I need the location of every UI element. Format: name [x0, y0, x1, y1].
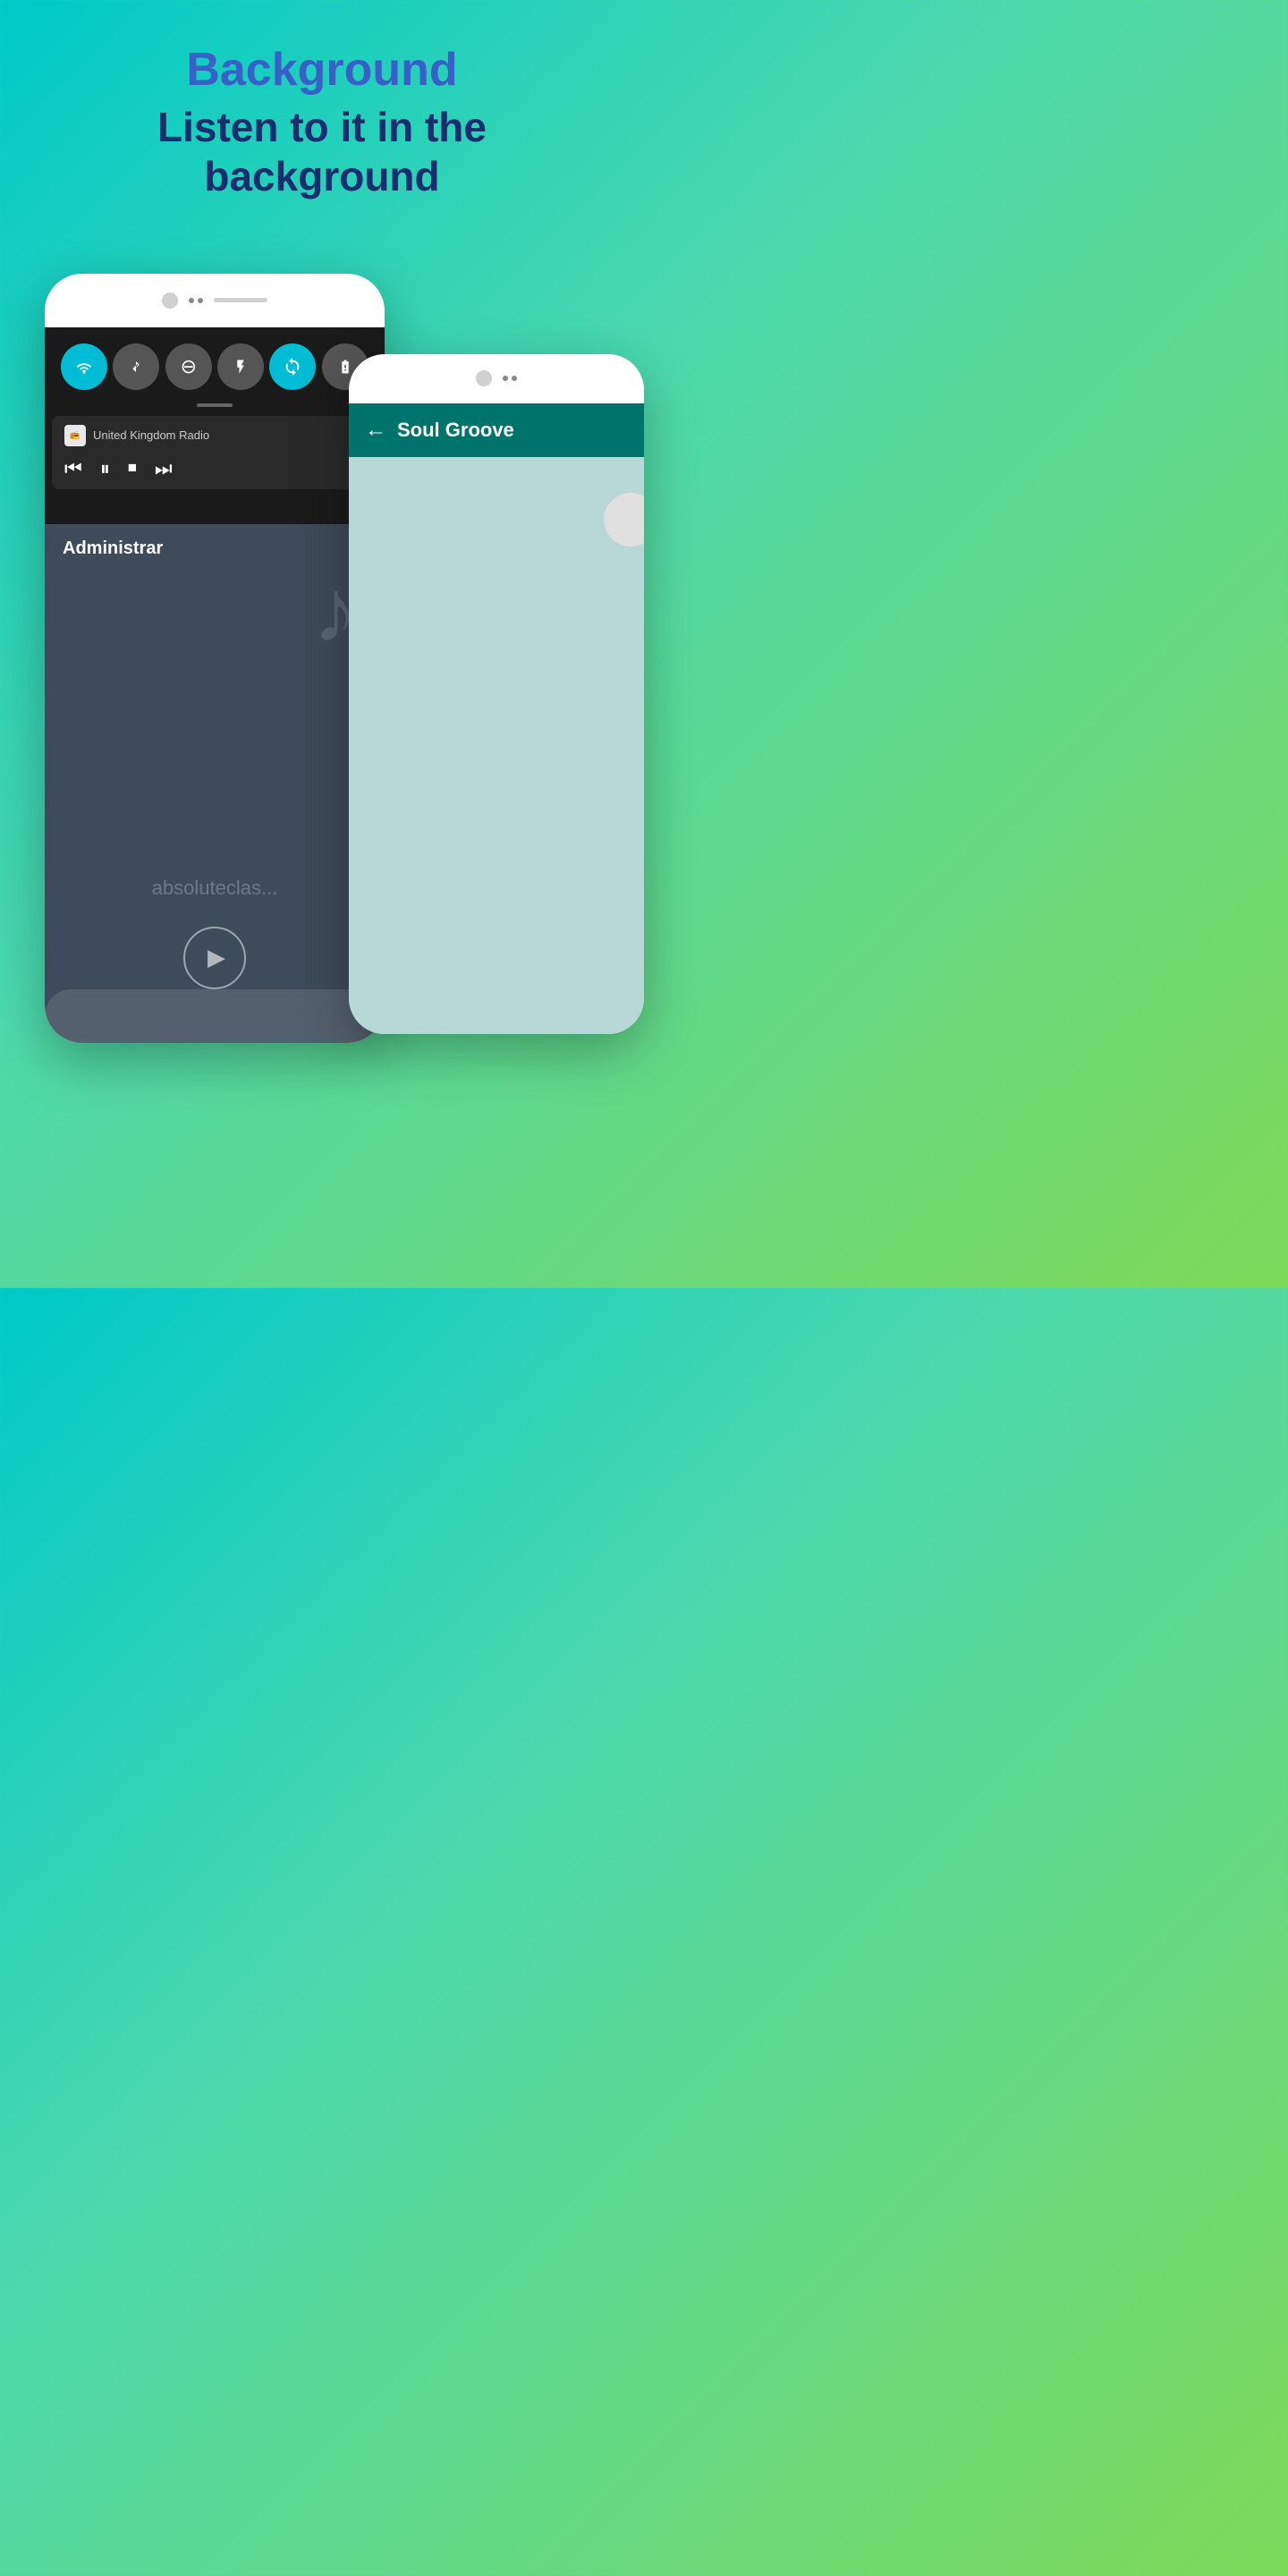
header-subtitle: Listen to it in the background	[36, 103, 608, 201]
app-screen-left: Administrar ♪ absoluteclas... ▶	[45, 524, 385, 1043]
media-header: 📻 United Kingdom Radio	[64, 425, 365, 446]
right-app-content	[349, 457, 644, 1034]
stop-button[interactable]: ⏹	[128, 458, 137, 479]
notification-bar: ⊖	[45, 327, 385, 524]
quick-settings: ⊖	[45, 327, 385, 403]
camera-left	[162, 292, 178, 309]
sync-icon[interactable]	[269, 343, 316, 390]
phone-dots-right	[503, 376, 517, 381]
phone-right: ← Soul Groove	[349, 354, 644, 1034]
media-app-name: United Kingdom Radio	[93, 428, 209, 442]
phone-left-notch	[45, 274, 385, 327]
camera-right	[476, 370, 492, 386]
station-title: Soul Groove	[397, 419, 514, 442]
phone-dots-left	[189, 298, 203, 303]
wifi-icon[interactable]	[61, 343, 107, 390]
flashlight-icon[interactable]	[217, 343, 264, 390]
station-watermark: absoluteclas...	[152, 877, 278, 900]
bluetooth-icon[interactable]	[113, 343, 159, 390]
pause-button[interactable]: ⏸	[100, 457, 110, 480]
dnd-icon[interactable]: ⊖	[165, 343, 212, 390]
content-circle	[604, 493, 644, 547]
dot1	[189, 298, 194, 303]
bottom-decoration	[45, 989, 385, 1043]
media-controls[interactable]: ⏮ ⏸ ⏹ ⏭	[64, 457, 365, 480]
dot4	[512, 376, 517, 381]
dot2	[198, 298, 203, 303]
phone-speaker-left	[214, 298, 267, 302]
prev-button[interactable]: ⏮	[64, 457, 82, 480]
dot3	[503, 376, 508, 381]
next-button[interactable]: ⏭	[155, 457, 173, 480]
right-app-header: ← Soul Groove	[349, 403, 644, 457]
swipe-handle	[197, 403, 233, 407]
play-icon: ▶	[208, 944, 225, 971]
back-arrow-icon[interactable]: ←	[365, 418, 386, 443]
phone-right-notch	[349, 354, 644, 403]
media-notification: 📻 United Kingdom Radio ⏮ ⏸ ⏹ ⏭	[52, 416, 377, 489]
phones-container: ⊖	[0, 247, 644, 1186]
header-section: Background Listen to it in the backgroun…	[0, 0, 644, 229]
header-title: Background	[36, 45, 608, 96]
media-app-icon: 📻	[64, 425, 86, 446]
phone-left: ⊖	[45, 274, 385, 1043]
play-circle[interactable]: ▶	[183, 927, 246, 989]
